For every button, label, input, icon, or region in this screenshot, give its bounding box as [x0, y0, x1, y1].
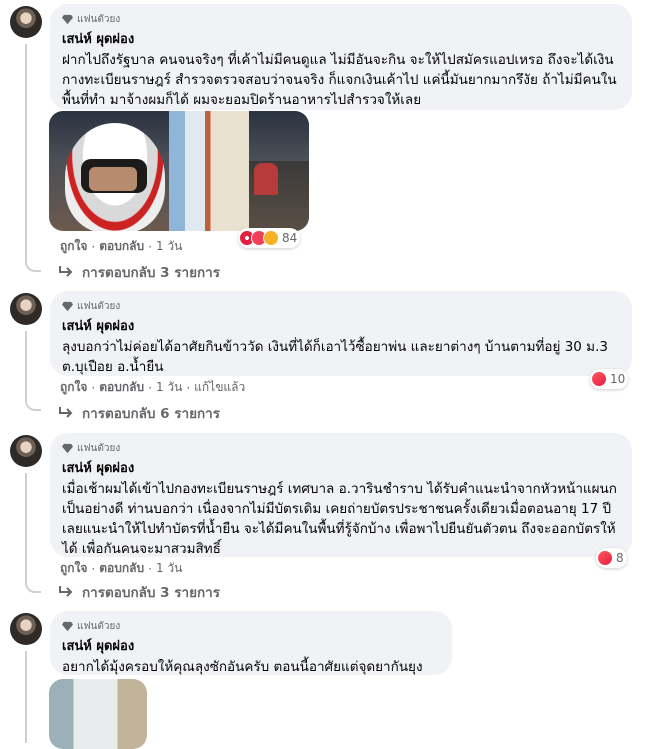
- timestamp[interactable]: 1 วัน: [156, 237, 182, 256]
- thread-line: [25, 473, 27, 583]
- comment-photo[interactable]: [49, 679, 147, 749]
- reaction-summary[interactable]: 10: [590, 369, 629, 389]
- comment-bubble: แฟนตัวยง เสน่ห์ ผุดผ่อง อยากได้มุ้งครอบใ…: [50, 611, 452, 675]
- view-replies-link[interactable]: การตอบกลับ 3 รายการ: [58, 581, 220, 603]
- badge-label: แฟนตัวยง: [77, 442, 121, 454]
- reaction-summary[interactable]: 8: [596, 548, 627, 568]
- reaction-count: 84: [282, 231, 298, 245]
- reply-arrow-icon: [59, 407, 73, 418]
- avatar[interactable]: [10, 613, 42, 645]
- reply-arrow-icon: [59, 266, 73, 277]
- reply-button[interactable]: ตอบกลับ: [99, 378, 144, 397]
- view-replies-label: การตอบกลับ 3 รายการ: [82, 265, 221, 281]
- fan-badge: แฟนตัวยง: [62, 299, 620, 313]
- like-button[interactable]: ถูกใจ: [60, 559, 87, 578]
- avatar[interactable]: [10, 435, 42, 467]
- reaction-summary[interactable]: 84: [238, 228, 301, 248]
- comment-author[interactable]: เสน่ห์ ผุดผ่อง: [62, 315, 620, 336]
- comment-photo[interactable]: [49, 111, 309, 231]
- comment-actions: ถูกใจ · ตอบกลับ · 1 วัน: [60, 559, 182, 578]
- thread-curve: [25, 258, 41, 272]
- diamond-icon: [62, 443, 73, 453]
- timestamp[interactable]: 1 วัน: [156, 559, 182, 578]
- comment-author[interactable]: เสน่ห์ ผุดผ่อง: [62, 28, 620, 49]
- face-figure: [89, 167, 137, 191]
- shop-scene: [169, 111, 249, 231]
- like-button[interactable]: ถูกใจ: [60, 378, 87, 397]
- comment-bubble: แฟนตัวยง เสน่ห์ ผุดผ่อง ลุงบอกว่าไม่ค่อย…: [50, 291, 632, 376]
- view-replies-label: การตอบกลับ 6 รายการ: [82, 406, 221, 422]
- comment-bubble: แฟนตัวยง เสน่ห์ ผุดผ่อง ฝากไปถึงรัฐบาล ค…: [50, 4, 632, 110]
- badge-label: แฟนตัวยง: [77, 13, 121, 25]
- thread-line: [25, 44, 27, 262]
- avatar[interactable]: [10, 293, 42, 325]
- comment-text: ฝากไปถึงรัฐบาล คนจนจริงๆ ที่เค้าไม่มีคนด…: [62, 52, 617, 108]
- comment-actions: ถูกใจ · ตอบกลับ · 1 วัน: [60, 237, 182, 256]
- reply-arrow-icon: [59, 586, 73, 597]
- thread-line: [25, 651, 27, 743]
- view-replies-link[interactable]: การตอบกลับ 6 รายการ: [58, 402, 220, 424]
- comment-actions: ถูกใจ · ตอบกลับ · 1 วัน · แก้ไขแล้ว: [60, 378, 245, 397]
- comment-text: อยากได้มุ้งครอบให้คุณลุงซักอันครับ ตอนนี…: [62, 659, 423, 675]
- timestamp[interactable]: 1 วัน: [156, 378, 182, 397]
- reply-button[interactable]: ตอบกลับ: [99, 237, 144, 256]
- comment-text: เมื่อเช้าผมได้เข้าไปกองทะเบียนราษฎร์ เทศ…: [62, 481, 617, 557]
- diamond-icon: [62, 621, 73, 631]
- fan-badge: แฟนตัวยง: [62, 441, 620, 455]
- person-figure: [254, 163, 278, 195]
- badge-label: แฟนตัวยง: [77, 620, 121, 632]
- like-reaction-icon: [591, 371, 607, 387]
- comment-text: ลุงบอกว่าไม่ค่อยได้อาศัยกินข้าววัด เงินท…: [62, 339, 608, 375]
- like-reaction-icon: [597, 550, 613, 566]
- thread-curve: [25, 579, 41, 593]
- comment-author[interactable]: เสน่ห์ ผุดผ่อง: [62, 635, 440, 656]
- view-replies-link[interactable]: การตอบกลับ 3 รายการ: [58, 261, 220, 283]
- care-reaction-icon: [263, 230, 279, 246]
- reaction-count: 8: [616, 551, 624, 565]
- avatar[interactable]: [10, 6, 42, 38]
- diamond-icon: [62, 301, 73, 311]
- diamond-icon: [62, 14, 73, 24]
- like-button[interactable]: ถูกใจ: [60, 237, 87, 256]
- thread-line: [25, 331, 27, 401]
- fan-badge: แฟนตัวยง: [62, 12, 620, 26]
- comment-bubble: แฟนตัวยง เสน่ห์ ผุดผ่อง เมื่อเช้าผมได้เข…: [50, 433, 632, 557]
- thread-curve: [25, 397, 41, 411]
- comment-author[interactable]: เสน่ห์ ผุดผ่อง: [62, 457, 620, 478]
- view-replies-label: การตอบกลับ 3 รายการ: [82, 585, 221, 601]
- reply-button[interactable]: ตอบกลับ: [99, 559, 144, 578]
- reaction-count: 10: [610, 372, 626, 386]
- fan-badge: แฟนตัวยง: [62, 619, 440, 633]
- edited-label: แก้ไขแล้ว: [194, 380, 246, 394]
- badge-label: แฟนตัวยง: [77, 300, 121, 312]
